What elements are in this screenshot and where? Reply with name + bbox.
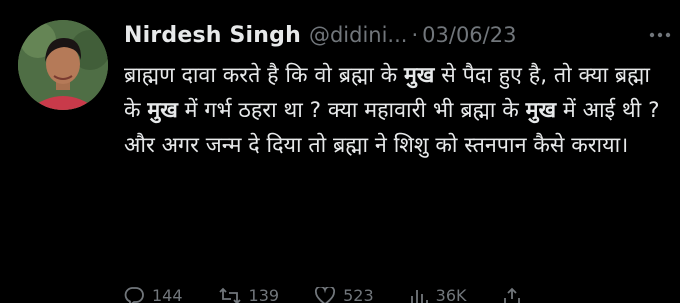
like-icon	[315, 286, 336, 303]
separator-dot: ·	[411, 23, 419, 47]
views-button[interactable]: 36K	[410, 286, 467, 303]
author-name[interactable]: Nirdesh Singh	[124, 23, 301, 48]
tweet-card[interactable]: Nirdesh Singh @didini... · 03/06/23 ब्रा…	[0, 0, 680, 303]
more-icon[interactable]	[646, 22, 674, 48]
tweet-text-segment: में गर्भ ठहरा था ? क्या महावारी भी ब्रह्…	[177, 98, 526, 123]
tweet-text-bold: मुख	[525, 98, 557, 123]
retweet-icon	[218, 287, 241, 303]
tweet-text-bold: मुख	[403, 63, 435, 88]
avatar[interactable]	[18, 20, 108, 110]
reply-count: 144	[152, 286, 183, 303]
retweet-button[interactable]: 139	[218, 286, 280, 303]
views-count: 36K	[435, 286, 467, 303]
share-button[interactable]	[503, 287, 529, 303]
retweet-count: 139	[248, 286, 280, 303]
tweet-text: ब्राह्मण दावा करते है कि वो ब्रह्मा के म…	[124, 58, 664, 163]
like-button[interactable]: 523	[315, 286, 374, 303]
share-icon	[503, 287, 520, 303]
reply-button[interactable]: 144	[124, 286, 183, 303]
author-handle[interactable]: @didini...	[309, 23, 408, 47]
reply-icon	[124, 286, 144, 303]
action-bar: 144 139 523 36K	[124, 286, 644, 303]
like-count: 523	[343, 286, 374, 303]
tweet-text-segment: ब्राह्मण दावा करते है कि वो ब्रह्मा के	[124, 63, 404, 88]
tweet-date[interactable]: 03/06/23	[422, 23, 516, 47]
tweet-text-bold: मुख	[147, 98, 178, 123]
views-icon	[410, 289, 428, 303]
tweet-header: Nirdesh Singh @didini... · 03/06/23	[124, 18, 516, 52]
